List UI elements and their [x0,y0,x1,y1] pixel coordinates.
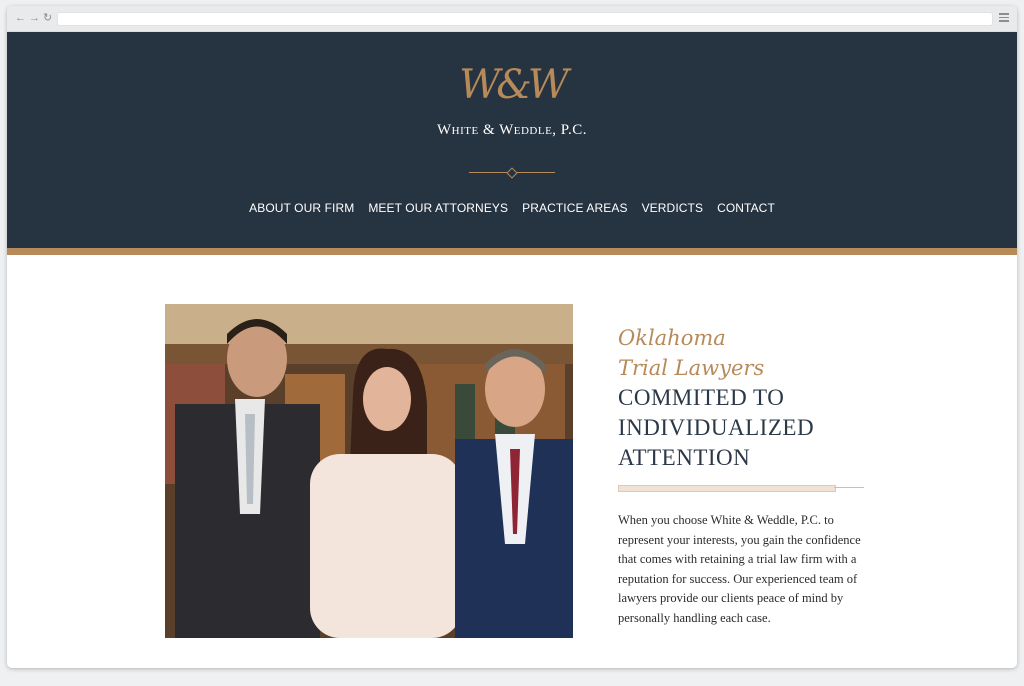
hero-intro: Oklahoma Trial Lawyers COMMITED TO INDIV… [618,323,868,641]
hero-headline: COMMITED TO INDIVIDUALIZED ATTENTION [618,383,868,473]
logo-monogram[interactable]: W&W [7,62,1017,108]
back-icon[interactable]: ← [15,11,26,25]
hero-kicker: Oklahoma Trial Lawyers [618,323,868,383]
headline-line: ATTENTION [618,445,751,470]
ornament-divider [469,167,555,179]
forward-icon[interactable]: → [29,11,40,25]
main-navigation: ABOUT OUR FIRM MEET OUR ATTORNEYS PRACTI… [7,201,1017,215]
nav-contact[interactable]: CONTACT [717,201,775,215]
header-accent-stripe [7,248,1017,255]
hero-section: Oklahoma Trial Lawyers COMMITED TO INDIV… [7,255,1017,667]
nav-about-our-firm[interactable]: ABOUT OUR FIRM [249,201,354,215]
kicker-line: Oklahoma [618,326,726,350]
attorneys-team-photo [165,304,573,638]
browser-nav-buttons: ← → ↻ [15,11,52,25]
browser-toolbar: ← → ↻ [7,6,1017,32]
hamburger-menu-icon[interactable] [999,13,1009,24]
headline-line: INDIVIDUALIZED [618,415,815,440]
reload-icon[interactable]: ↻ [43,11,52,25]
browser-window: ← → ↻ W&W White & Weddle, P.C. ABOUT OUR… [7,6,1017,668]
logo-firm-name[interactable]: White & Weddle, P.C. [7,122,1017,139]
hero-body-text: When you choose White & Weddle, P.C. to … [618,513,861,625]
headline-line: COMMITED TO [618,385,785,410]
nav-meet-our-attorneys[interactable]: MEET OUR ATTORNEYS [368,201,508,215]
headline-divider [618,485,864,492]
nav-verdicts[interactable]: VERDICTS [642,201,703,215]
kicker-line: Trial Lawyers [618,356,765,380]
address-bar[interactable] [57,12,993,26]
nav-practice-areas[interactable]: PRACTICE AREAS [522,201,627,215]
site-header: W&W White & Weddle, P.C. ABOUT OUR FIRM … [7,32,1017,248]
